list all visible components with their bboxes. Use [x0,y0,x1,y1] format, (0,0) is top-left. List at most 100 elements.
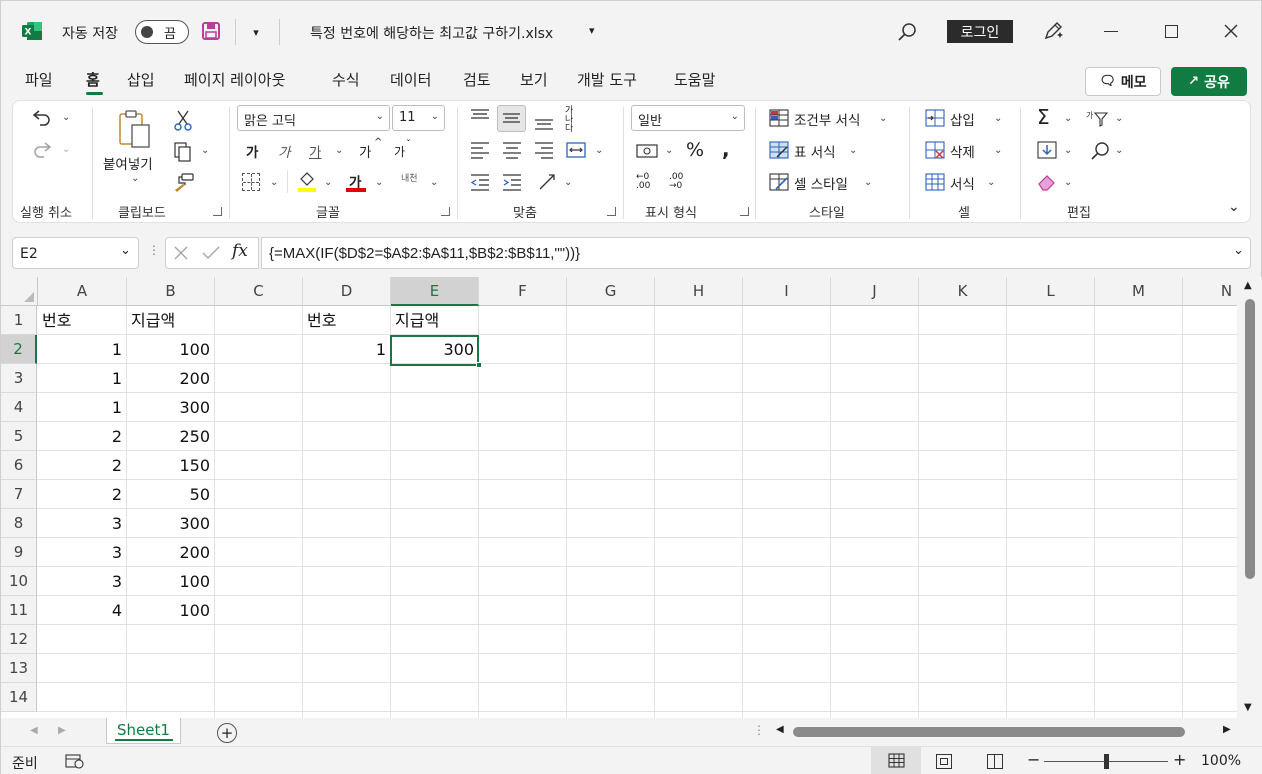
font-launcher-icon[interactable] [441,207,450,216]
memo-button[interactable]: 🗨 메모 [1085,67,1161,96]
cell-a8[interactable]: 3 [38,509,126,538]
cell-a4[interactable]: 1 [38,393,126,422]
column-header-c[interactable]: C [215,277,303,306]
grow-font-button[interactable]: 가 [359,141,371,161]
name-box[interactable]: E2 ⌄ [12,237,139,269]
fill-icon[interactable] [1037,141,1057,159]
insert-function-icon[interactable]: fx [232,241,248,261]
row-header-6[interactable]: 6 [1,451,37,480]
tab-page-layout[interactable]: 페이지 레이아웃 [184,69,285,90]
bold-button[interactable]: 가 [246,141,258,161]
phonetic-chevron-icon[interactable]: ⌄ [430,177,438,188]
search-icon[interactable] [897,21,919,43]
undo-icon[interactable] [31,107,53,127]
conditional-format-button[interactable]: 조건부 서식 [794,109,860,129]
format-table-button[interactable]: 표 서식 [794,141,836,161]
autosum-icon[interactable]: Σ [1037,105,1050,129]
zoom-level[interactable]: 100% [1201,753,1241,769]
format-table-chevron-icon[interactable]: ⌄ [849,145,857,156]
font-name-select[interactable]: 맑은 고딕 ⌄ [237,105,390,131]
insert-cells-chevron-icon[interactable]: ⌄ [994,113,1002,124]
shrink-font-button[interactable]: 가 [394,143,405,160]
conditional-format-icon[interactable] [769,109,789,127]
autosave-toggle[interactable]: 끔 [135,20,189,44]
scroll-right-icon[interactable]: ▶ [1223,724,1231,735]
fill-handle[interactable] [476,362,482,368]
find-select-chevron-icon[interactable]: ⌄ [1115,145,1123,156]
worksheet-grid[interactable]: ABCDEFGHIJKLMN 1 2 3 4 5 6 7 8 9 10 11 12 13 14 번호 지급액… [1,277,1237,718]
horizontal-scroll-thumb[interactable] [793,727,1185,737]
cell-b8[interactable]: 300 [127,509,214,538]
insert-cells-button[interactable]: 삽입 [950,109,975,129]
column-header-h[interactable]: H [655,277,743,306]
row-header-3[interactable]: 3 [1,364,37,393]
sort-filter-icon[interactable]: 가 [1086,109,1109,127]
italic-button[interactable]: 가 [278,141,290,161]
copy-icon[interactable] [173,141,193,163]
formula-input[interactable]: {=MAX(IF($D$2=$A$2:$A$11,$B$2:$B$11,""))… [261,237,1251,269]
add-sheet-button[interactable]: + [217,723,237,743]
save-icon[interactable] [201,21,221,41]
decrease-decimal-button[interactable]: .00 →0 [669,173,683,191]
login-button[interactable]: 로그인 [947,20,1013,43]
cell-styles-chevron-icon[interactable]: ⌄ [864,177,872,188]
column-header-a[interactable]: A [38,277,127,306]
delete-cells-button[interactable]: 삭제 [950,141,975,161]
fill-color-icon[interactable] [297,171,317,193]
number-launcher-icon[interactable] [740,207,749,216]
tab-help[interactable]: 도움말 [674,69,715,90]
underline-button[interactable]: 가 [309,141,321,161]
align-top-icon[interactable] [470,109,490,125]
alignment-launcher-icon[interactable] [607,207,616,216]
percent-button[interactable]: % [686,139,704,161]
designer-pen-icon[interactable] [1042,20,1064,42]
cell-styles-icon[interactable] [769,173,789,191]
delete-cells-chevron-icon[interactable]: ⌄ [994,145,1002,156]
merge-center-icon[interactable] [566,141,586,159]
row-header-7[interactable]: 7 [1,480,37,509]
align-center-icon[interactable] [502,141,522,159]
zoom-in-icon[interactable]: + [1173,750,1186,769]
quick-access-chevron-icon[interactable]: ▾ [247,23,265,41]
clear-icon[interactable] [1037,173,1057,191]
merge-chevron-icon[interactable]: ⌄ [595,145,603,156]
cut-icon[interactable] [173,109,193,131]
tab-data[interactable]: 데이터 [390,69,431,90]
column-header-n[interactable]: N [1183,277,1237,306]
cell-d1[interactable]: 번호 [303,306,390,335]
column-header-i[interactable]: I [743,277,831,306]
cell-d2[interactable]: 1 [303,335,390,364]
paste-label[interactable]: 붙여넣기 [103,153,153,173]
cell-b9[interactable]: 200 [127,538,214,567]
align-middle-icon[interactable] [497,105,526,132]
page-layout-view-icon[interactable] [936,754,952,769]
tab-file[interactable]: 파일 [25,69,53,90]
next-sheet-icon[interactable]: ▶ [58,725,66,736]
format-table-icon[interactable] [769,141,789,159]
row-header-2[interactable]: 2 [1,335,37,364]
fill-chevron-icon[interactable]: ⌄ [1064,145,1072,156]
minimize-icon[interactable] [1104,31,1118,32]
page-break-view-icon[interactable] [987,754,1003,769]
tab-insert[interactable]: 삽입 [127,69,155,90]
row-header-13[interactable]: 13 [1,654,37,683]
ribbon-collapse-chevron-icon[interactable]: ⌄ [1228,199,1240,215]
share-button[interactable]: ↗ 공유 [1171,67,1247,96]
vertical-text-button[interactable]: 가나다 [565,107,579,134]
orientation-chevron-icon[interactable]: ⌄ [564,177,572,188]
column-header-j[interactable]: J [831,277,919,306]
accounting-format-icon[interactable] [636,143,658,159]
cell-a5[interactable]: 2 [38,422,126,451]
paste-chevron-icon[interactable]: ⌄ [131,173,139,184]
maximize-icon[interactable] [1165,25,1178,38]
column-header-b[interactable]: B [127,277,215,306]
underline-chevron-icon[interactable]: ⌄ [335,145,343,156]
column-header-g[interactable]: G [567,277,655,306]
copy-chevron-icon[interactable]: ⌄ [201,145,209,156]
vertical-scrollbar[interactable]: ▲ ▼ [1238,277,1262,718]
column-header-e[interactable]: E [391,277,479,306]
tab-home[interactable]: 홈 [86,69,100,90]
file-name-chevron-icon[interactable]: ▾ [589,24,595,37]
normal-view-button[interactable] [871,747,921,774]
cell-b5[interactable]: 250 [127,422,214,451]
